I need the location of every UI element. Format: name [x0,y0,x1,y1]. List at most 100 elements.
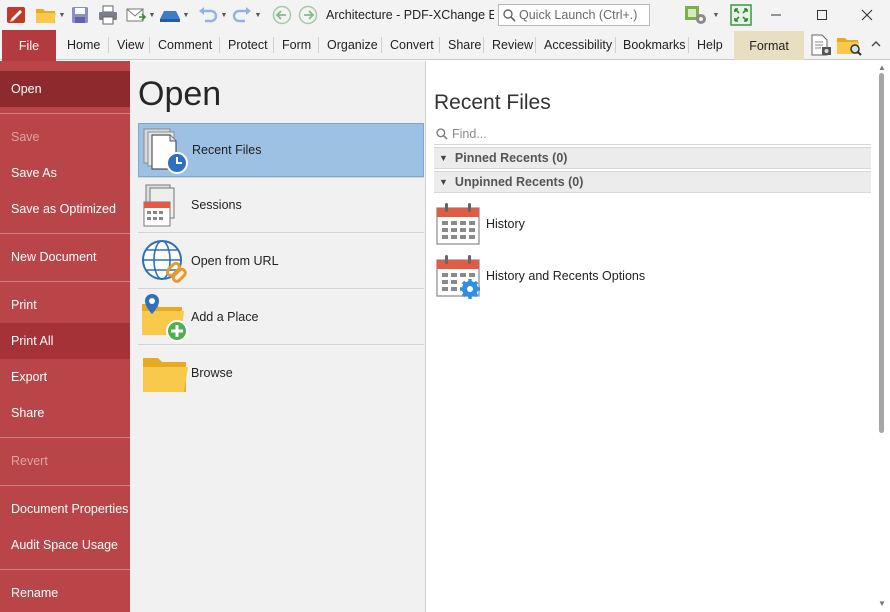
forward-icon[interactable] [296,3,320,27]
tab-form[interactable]: Form [282,36,311,54]
redo-dropdown-icon[interactable]: ▼ [254,3,262,27]
tab-file[interactable]: File [2,30,56,61]
tab-comment[interactable]: Comment [158,36,212,54]
list-item-label: History [486,217,525,231]
minimize-button[interactable] [753,0,799,30]
menu-item-print-all[interactable]: Print All [0,323,130,359]
option-separator [138,344,424,345]
search-icon [436,127,448,140]
tab-format[interactable]: Format [734,31,804,60]
group-label: Unpinned Recents (0) [454,175,584,189]
quick-launch-box[interactable] [498,4,650,26]
close-button[interactable] [844,0,890,30]
list-item-label: History and Recents Options [486,269,646,283]
menu-item-save-as[interactable]: Save As [0,155,130,191]
menu-item-rename[interactable]: Rename [0,575,130,611]
tab-help[interactable]: Help [697,36,723,54]
sessions-icon [143,184,175,227]
option-label: Recent Files [192,143,262,157]
tab-separator [615,37,616,53]
tab-separator [219,37,220,53]
option-sessions[interactable]: Sessions [138,178,424,232]
customize-dropdown-icon[interactable]: ▼ [712,3,720,27]
scroll-down-icon[interactable]: ▼ [878,599,886,608]
find-box[interactable] [434,123,871,145]
vertical-scrollbar[interactable]: ▲ ▼ [874,61,890,612]
tab-view[interactable]: View [117,36,144,54]
option-add-a-place[interactable]: Add a Place [138,290,424,344]
quick-launch-input[interactable] [519,8,647,22]
menu-item-open[interactable]: Open [0,71,130,107]
page-title: Open [138,75,222,113]
maximize-button[interactable] [799,0,845,30]
fullscreen-icon[interactable] [729,3,753,27]
tab-review[interactable]: Review [492,36,533,54]
open-options-panel: Open Recent Files Sessions Open from URL… [130,61,425,612]
list-item-history-options[interactable]: History and Recents Options [434,251,645,301]
scan-icon[interactable] [158,3,182,27]
calendar-gear-icon [436,255,480,299]
customize-toolbar-icon[interactable] [684,3,708,27]
tab-separator [535,37,536,53]
tab-protect[interactable]: Protect [228,36,268,54]
option-label: Sessions [191,198,242,212]
group-pinned-recents[interactable]: ▼ Pinned Recents (0) [434,147,871,169]
email-icon[interactable] [124,3,148,27]
scroll-up-icon[interactable]: ▲ [878,63,886,72]
menu-separator [0,569,130,570]
menu-separator [0,437,130,438]
print-icon[interactable] [96,3,120,27]
back-icon[interactable] [270,3,294,27]
ribbon-tab-bar: File Home View Comment Protect Form Orga… [0,30,890,61]
tab-organize[interactable]: Organize [327,36,378,54]
menu-item-export[interactable]: Export [0,359,130,395]
option-label: Add a Place [191,310,259,324]
document-properties-icon[interactable] [809,33,833,57]
scan-dropdown-icon[interactable]: ▼ [182,3,190,27]
option-browse[interactable]: Browse [138,346,424,400]
menu-item-revert[interactable]: Revert [0,443,130,479]
option-recent-files[interactable]: Recent Files [138,123,424,177]
menu-separator [0,113,130,114]
tab-accessibility[interactable]: Accessibility [544,36,612,54]
title-bar: ▼ ▼ ▼ ▼ ▼ Architecture - PDF-XChange E..… [0,0,890,30]
tab-separator [108,37,109,53]
menu-separator [0,233,130,234]
collapse-ribbon-icon[interactable] [870,38,884,52]
save-icon[interactable] [68,3,92,27]
app-logo-icon[interactable] [4,3,28,27]
section-title: Recent Files [434,91,551,114]
undo-dropdown-icon[interactable]: ▼ [220,3,228,27]
menu-item-save-as-optimized[interactable]: Save as Optimized [0,191,130,227]
menu-item-share[interactable]: Share [0,395,130,431]
globe-link-icon [142,240,187,283]
scrollbar-thumb[interactable] [879,73,884,433]
tab-convert[interactable]: Convert [390,36,434,54]
tab-separator [688,37,689,53]
tab-separator [483,37,484,53]
menu-item-document-properties[interactable]: Document Properties [0,491,130,527]
folder-icon [143,358,188,392]
open-dropdown-icon[interactable]: ▼ [58,3,66,27]
option-open-from-url[interactable]: Open from URL [138,234,424,288]
search-icon [503,8,516,22]
redo-icon[interactable] [230,3,254,27]
tab-home[interactable]: Home [67,36,100,54]
email-dropdown-icon[interactable]: ▼ [148,3,156,27]
menu-item-audit-space-usage[interactable]: Audit Space Usage [0,527,130,563]
group-unpinned-recents[interactable]: ▼ Unpinned Recents (0) [434,171,871,193]
find-input[interactable] [452,126,852,141]
tab-share[interactable]: Share [448,36,481,54]
tab-separator [381,37,382,53]
folder-search-icon[interactable] [836,33,862,57]
menu-item-new-document[interactable]: New Document [0,239,130,275]
tab-bookmarks[interactable]: Bookmarks [623,36,686,54]
undo-icon[interactable] [196,3,220,27]
option-label: Open from URL [191,254,279,268]
open-folder-icon[interactable] [34,3,58,27]
list-item-history[interactable]: History [434,199,525,249]
group-label: Pinned Recents (0) [454,151,568,165]
tab-separator [149,37,150,53]
menu-item-print[interactable]: Print [0,287,130,323]
menu-item-save[interactable]: Save [0,119,130,155]
